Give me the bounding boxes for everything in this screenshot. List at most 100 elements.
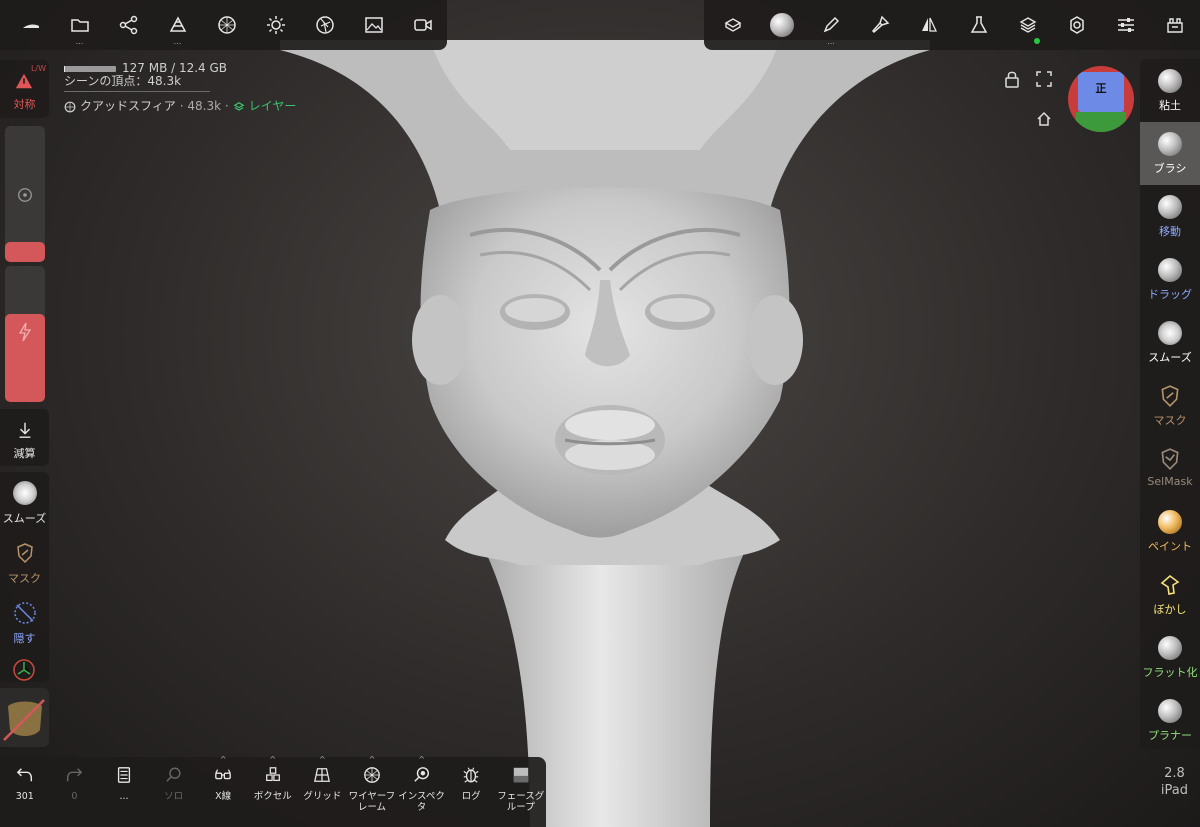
wireframe-button[interactable]: ^ ワイヤーフレーム — [347, 756, 397, 827]
scene-graph-icon[interactable] — [104, 0, 153, 50]
material-preview[interactable] — [0, 688, 49, 747]
tool-label: SelMask — [1147, 475, 1193, 488]
tool-label: フラット化 — [1142, 666, 1198, 679]
store-icon[interactable] — [1151, 0, 1200, 50]
tool-smooth[interactable]: スムーズ — [1140, 311, 1200, 374]
drag-sphere-icon — [1158, 258, 1182, 282]
undo-icon — [16, 768, 32, 782]
voxel-button[interactable]: ^ ボクセル — [248, 756, 298, 827]
brush-sphere-icon[interactable] — [757, 0, 806, 50]
inspector-label: インスペクタ — [398, 791, 445, 813]
mask-shield-icon — [16, 543, 33, 564]
brush-sphere-icon — [1158, 132, 1182, 156]
top-right-toolbar: ... — [704, 0, 1200, 50]
tool-clay[interactable]: 粘土 — [1140, 59, 1200, 122]
lock-icon[interactable] — [1004, 70, 1020, 88]
folder-icon[interactable]: ... — [55, 0, 104, 50]
top-left-toolbar: ... ... — [0, 0, 447, 50]
tool-label: 粘土 — [1159, 99, 1181, 112]
log-label: ログ — [461, 791, 481, 802]
tool-move[interactable]: 移動 — [1140, 185, 1200, 248]
device-name: iPad — [1160, 783, 1188, 798]
flatten-sphere-icon — [1158, 636, 1182, 660]
image-icon[interactable] — [349, 0, 398, 50]
settings-gear-icon[interactable] — [1052, 0, 1101, 50]
paint-brush-icon[interactable] — [856, 0, 905, 50]
memory-meter — [64, 65, 116, 72]
layer-status-dot — [1034, 38, 1041, 44]
tool-smudge[interactable]: ぼかし — [1140, 563, 1200, 626]
redo-icon — [67, 768, 83, 782]
tool-label: ドラッグ — [1148, 288, 1192, 301]
tool-label: スムーズ — [1148, 351, 1192, 364]
xray-caret: ^ — [219, 755, 227, 764]
tool-label: プラナー — [1148, 729, 1192, 742]
inspector-icon — [413, 767, 429, 782]
inspector-button[interactable]: ^ インスペクタ — [397, 756, 447, 827]
tool-paint[interactable]: ペイント — [1140, 500, 1200, 563]
video-icon[interactable] — [398, 0, 447, 50]
layers-icon[interactable] — [1003, 0, 1052, 50]
hide-grid-icon — [13, 602, 36, 624]
wireframe-label: ワイヤーフレーム — [348, 791, 396, 813]
subtract-label: 減算 — [13, 447, 36, 460]
camera-shutter-icon[interactable] — [300, 0, 349, 50]
symmetry-icon[interactable] — [905, 0, 954, 50]
facegroup-button[interactable]: フェースグループ — [496, 757, 546, 827]
fullscreen-icon[interactable] — [1036, 71, 1052, 87]
grid-button[interactable]: ^ グリッド — [298, 756, 348, 827]
light-icon[interactable] — [251, 0, 300, 50]
home-icon[interactable] — [1036, 111, 1052, 127]
tool-selmask[interactable]: SelMask — [1140, 437, 1200, 500]
undo-button[interactable]: 301 — [0, 757, 50, 827]
object-name: クアッドスフィア — [80, 99, 176, 113]
log-button[interactable]: ログ — [446, 757, 496, 827]
radius-slider[interactable] — [5, 126, 45, 262]
tool-brush[interactable]: ブラシ — [1140, 122, 1200, 185]
tool-drag[interactable]: ドラッグ — [1140, 248, 1200, 311]
scene-info: 127 MB / 12.4 GB シーンの頂点：48.3k クアッドスフィア ·… — [64, 62, 296, 113]
history-label: ... — [119, 791, 129, 802]
sliders-icon[interactable] — [1102, 0, 1151, 50]
intensity-slider[interactable] — [5, 266, 45, 402]
voxel-label: ボクセル — [253, 791, 292, 802]
subtract-toggle[interactable]: 減算 — [0, 409, 49, 466]
intensity-bolt-icon — [18, 322, 32, 342]
topology-sphere-icon[interactable] — [202, 0, 251, 50]
app-logo-icon[interactable] — [6, 0, 55, 50]
quick-smooth[interactable]: スムーズ — [0, 480, 49, 526]
solo-button[interactable]: ソロ — [149, 757, 199, 827]
history-button[interactable]: ... — [99, 757, 149, 827]
sculpt-model[interactable] — [280, 40, 930, 827]
move-sphere-icon — [1158, 195, 1182, 219]
flask-icon[interactable] — [954, 0, 1003, 50]
radius-icon — [18, 188, 32, 202]
tool-planar[interactable]: プラナー — [1140, 689, 1200, 752]
symmetry-mode: L/W — [30, 64, 46, 73]
quick-hide[interactable]: 隠す — [0, 600, 49, 646]
redo-count: 0 — [71, 791, 78, 802]
brush-sliders — [0, 122, 49, 405]
xray-button[interactable]: ^ X線 — [198, 755, 248, 827]
smooth-sphere-icon — [12, 481, 37, 505]
bug-icon — [463, 767, 479, 783]
layers-small-icon — [233, 101, 245, 111]
facegroup-icon — [513, 767, 528, 783]
gizmo-icon[interactable] — [12, 658, 36, 682]
view-cube-bottom[interactable] — [1076, 112, 1126, 132]
pen-icon[interactable]: ... — [806, 0, 855, 50]
mask-shield-icon — [1161, 385, 1179, 407]
quick-mask[interactable]: マスク — [0, 540, 49, 586]
symmetry-toggle[interactable]: L/W 対称 — [0, 60, 49, 118]
solo-label: ソロ — [164, 791, 184, 802]
quick-hide-label: 隠す — [13, 632, 36, 645]
view-cube[interactable]: 正 — [1068, 66, 1134, 132]
planar-sphere-icon — [1158, 699, 1182, 723]
object-row[interactable]: クアッドスフィア · 48.3k · レイヤー — [64, 100, 296, 113]
smooth-sphere-icon — [1158, 321, 1182, 345]
tool-flatten[interactable]: フラット化 — [1140, 626, 1200, 689]
material-icon[interactable] — [708, 0, 757, 50]
primitives-icon[interactable]: ... — [153, 0, 202, 50]
tool-mask[interactable]: マスク — [1140, 374, 1200, 437]
redo-button[interactable]: 0 — [50, 757, 100, 827]
